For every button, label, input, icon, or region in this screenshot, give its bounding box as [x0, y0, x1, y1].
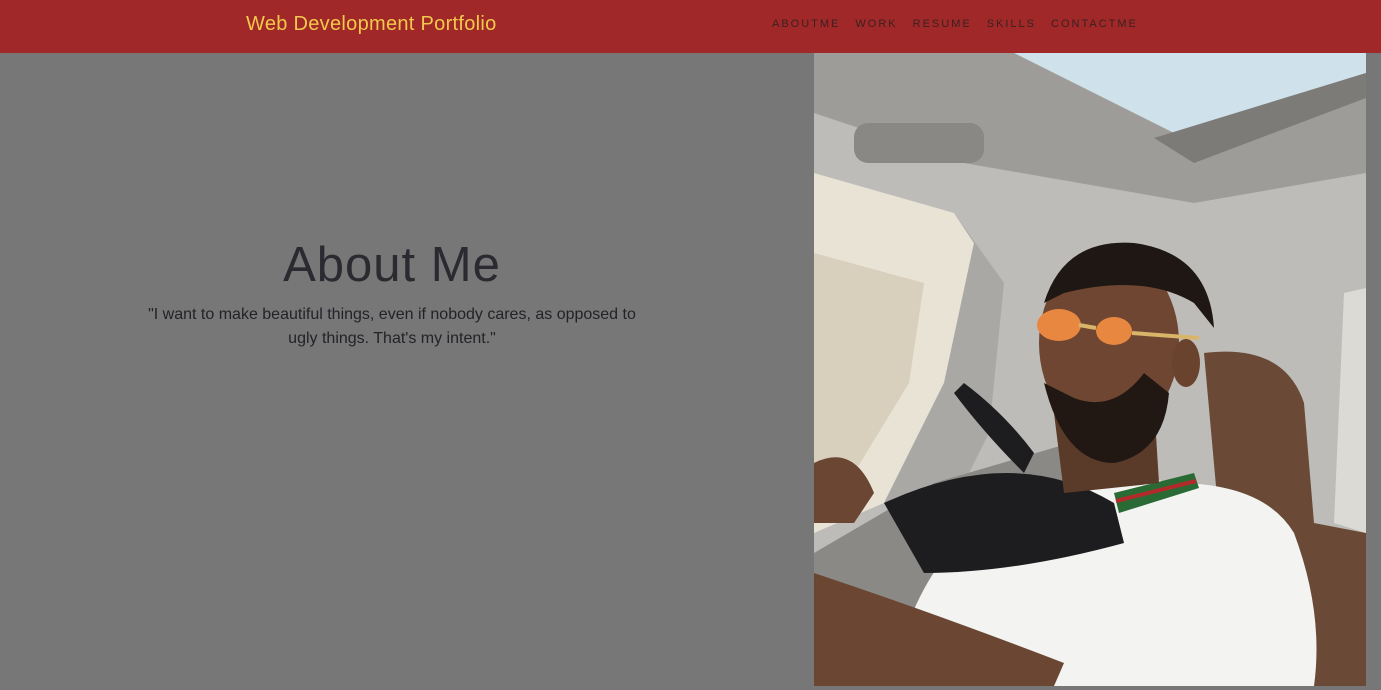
nav-menu: ABOUTME WORK RESUME SKILLS CONTACTME [772, 18, 1153, 30]
nav-link-contactme[interactable]: CONTACTME [1051, 18, 1138, 30]
brand-title[interactable]: Web Development Portfolio [246, 13, 497, 36]
nav-link-aboutme[interactable]: ABOUTME [772, 18, 840, 30]
profile-photo [814, 53, 1366, 686]
nav-link-work[interactable]: WORK [855, 18, 897, 30]
nav-link-skills[interactable]: SKILLS [987, 18, 1036, 30]
about-heading: About Me [283, 238, 501, 292]
nav-link-resume[interactable]: RESUME [913, 18, 972, 30]
about-quote: "I want to make beautiful things, even i… [148, 306, 636, 347]
navbar: Web Development Portfolio ABOUTME WORK R… [0, 0, 1381, 53]
about-text-block: About Me "I want to make beautiful thing… [140, 235, 644, 351]
